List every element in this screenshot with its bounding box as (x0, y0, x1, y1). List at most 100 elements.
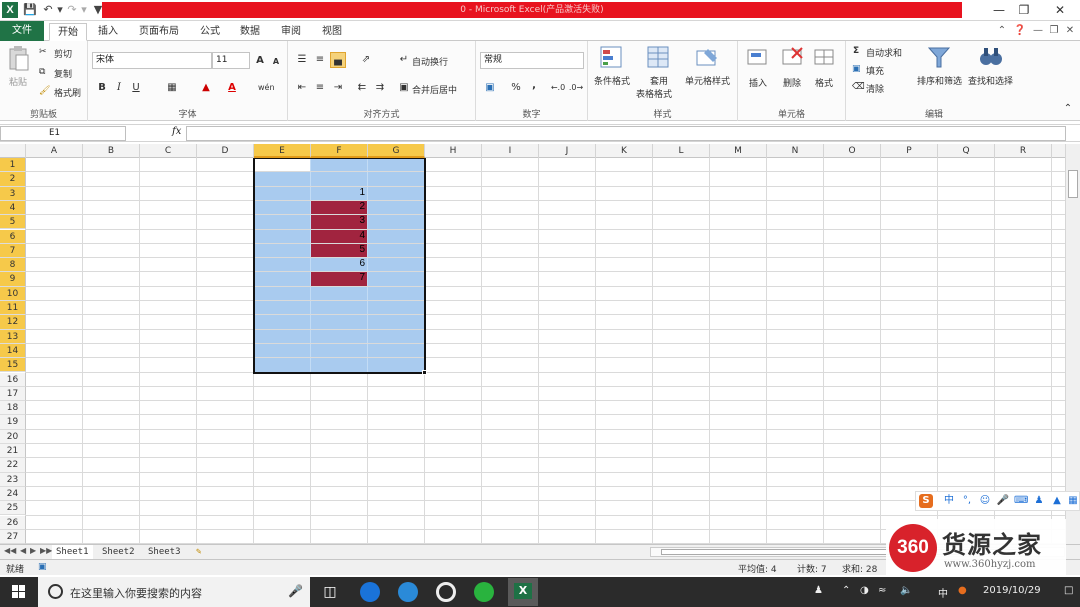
sogou-logo-icon[interactable]: S (919, 494, 933, 508)
formula-input[interactable] (186, 126, 1066, 141)
tab-data[interactable]: 数据 (232, 23, 268, 41)
sheet-tab-3[interactable]: Sheet3 (144, 545, 185, 559)
paste-label[interactable]: 粘贴 (9, 75, 27, 88)
doc-minimize-icon[interactable]: — (1031, 24, 1045, 38)
column-header-e[interactable]: E (254, 144, 311, 158)
sheet-tab-2[interactable]: Sheet2 (98, 545, 139, 559)
row-header-8[interactable]: 8 (0, 258, 26, 273)
tray-ime-mode[interactable]: 中 (938, 585, 948, 600)
row-header-26[interactable]: 26 (0, 515, 26, 530)
cell-styles-icon[interactable] (696, 46, 720, 70)
doc-close-icon[interactable]: ✕ (1063, 24, 1077, 38)
autosum-button[interactable]: 自动求和 (866, 46, 902, 59)
tray-network-icon[interactable]: ◑ (860, 585, 869, 596)
fill-handle[interactable] (422, 369, 427, 375)
new-sheet-icon[interactable]: ✎ (192, 545, 205, 559)
column-header-p[interactable]: P (881, 144, 938, 158)
column-header-k[interactable]: K (596, 144, 653, 158)
row-header-18[interactable]: 18 (0, 401, 26, 416)
column-header-m[interactable]: M (710, 144, 767, 158)
row-header-16[interactable]: 16 (0, 372, 26, 387)
row-header-10[interactable]: 10 (0, 286, 26, 301)
vertical-scroll-thumb[interactable] (1068, 170, 1078, 198)
row-header-21[interactable]: 21 (0, 444, 26, 459)
find-select-button[interactable]: 查找和选择 (968, 74, 1013, 87)
decrease-indent-icon[interactable]: ⇇ (354, 80, 370, 96)
close-button[interactable]: ✕ (1046, 0, 1074, 21)
tab-review[interactable]: 审阅 (273, 23, 309, 41)
format-painter-button[interactable]: 格式刷 (54, 86, 81, 99)
font-color-icon[interactable]: A (224, 80, 240, 96)
column-header-i[interactable]: I (482, 144, 539, 158)
minimize-button[interactable]: — (985, 0, 1013, 21)
ime-punct-icon[interactable]: °, (960, 494, 974, 508)
merge-center-button[interactable]: 合并后居中 (412, 83, 457, 96)
microphone-icon[interactable]: 🎤 (288, 584, 303, 598)
number-format-select[interactable]: 常规 (480, 52, 584, 69)
row-header-14[interactable]: 14 (0, 343, 26, 359)
align-left-icon[interactable]: ⇤ (294, 80, 310, 96)
currency-icon[interactable]: ▣ (482, 80, 498, 96)
tray-volume-icon[interactable]: 🔈 (900, 585, 912, 596)
align-bottom-icon[interactable]: ▄ (330, 52, 346, 68)
clear-button[interactable]: 清除 (866, 82, 884, 95)
copy-icon[interactable]: ⧉ (39, 67, 45, 77)
row-header-5[interactable]: 5 (0, 215, 26, 230)
skin-icon[interactable]: ▲ (1050, 494, 1064, 508)
row-header-7[interactable]: 7 (0, 243, 26, 259)
row-header-22[interactable]: 22 (0, 458, 26, 473)
delete-cells-icon[interactable] (782, 46, 804, 70)
emoji-icon[interactable]: ☺ (978, 494, 992, 508)
sheet-tab-1[interactable]: Sheet1 (52, 545, 93, 559)
tab-view[interactable]: 视图 (314, 23, 350, 41)
font-name-select[interactable]: 宋体 (92, 52, 212, 69)
row-header-19[interactable]: 19 (0, 415, 26, 430)
row-header-3[interactable]: 3 (0, 186, 26, 201)
fill-button[interactable]: 填充 (866, 64, 884, 77)
row-header-25[interactable]: 25 (0, 501, 26, 516)
conditional-format-button[interactable]: 条件格式 (594, 74, 630, 87)
row-header-17[interactable]: 17 (0, 386, 26, 402)
notification-icon[interactable]: □ (1064, 585, 1073, 596)
cut-icon[interactable]: ✂ (39, 47, 47, 57)
merge-center-icon[interactable]: ▣ (396, 80, 412, 96)
tab-page-layout[interactable]: 页面布局 (131, 23, 187, 41)
voice-icon[interactable]: 🎤 (996, 494, 1010, 508)
insert-cells-icon[interactable] (747, 46, 769, 70)
column-header-f[interactable]: F (311, 144, 368, 158)
help-icon[interactable]: ❓ (1013, 24, 1027, 38)
wechat-icon[interactable] (474, 582, 494, 602)
macro-record-icon[interactable]: ▣ (38, 562, 47, 572)
row-header-27[interactable]: 27 (0, 529, 26, 544)
column-header-d[interactable]: D (197, 144, 254, 158)
column-header-n[interactable]: N (767, 144, 824, 158)
format-painter-icon[interactable]: 🖌 (39, 86, 50, 96)
tab-file[interactable]: 文件 (0, 21, 44, 41)
comma-button[interactable]: , (526, 78, 542, 94)
row-header-4[interactable]: 4 (0, 200, 26, 216)
edge-icon[interactable] (360, 582, 380, 602)
increase-decimal-icon[interactable]: ←.0 (550, 80, 566, 96)
align-center-icon[interactable]: ≡ (312, 80, 328, 96)
row-header-24[interactable]: 24 (0, 486, 26, 502)
italic-button[interactable]: I (111, 80, 127, 96)
next-sheet-icon[interactable]: ▶ (30, 546, 36, 555)
copy-button[interactable]: 复制 (54, 67, 72, 80)
column-header-j[interactable]: J (539, 144, 596, 158)
name-box[interactable]: E1 (0, 126, 126, 141)
column-header-c[interactable]: C (140, 144, 197, 158)
bold-button[interactable]: B (94, 80, 110, 96)
prev-sheet-icon[interactable]: ◀ (20, 546, 26, 555)
tray-sogou-icon[interactable]: ● (958, 585, 967, 596)
percent-button[interactable]: % (508, 80, 524, 96)
doc-restore-icon[interactable]: ❐ (1047, 24, 1061, 38)
shrink-font-icon[interactable]: A (268, 54, 284, 70)
restore-button[interactable]: ❐ (1010, 0, 1038, 21)
column-header-a[interactable]: A (26, 144, 83, 158)
fill-color-icon[interactable]: ▲ (198, 80, 214, 96)
cut-button[interactable]: 剪切 (54, 47, 72, 60)
conditional-format-icon[interactable] (600, 46, 624, 70)
increase-indent-icon[interactable]: ⇉ (372, 80, 388, 96)
format-as-table-label2[interactable]: 表格格式 (636, 87, 672, 100)
align-middle-icon[interactable]: ≡ (312, 52, 328, 68)
